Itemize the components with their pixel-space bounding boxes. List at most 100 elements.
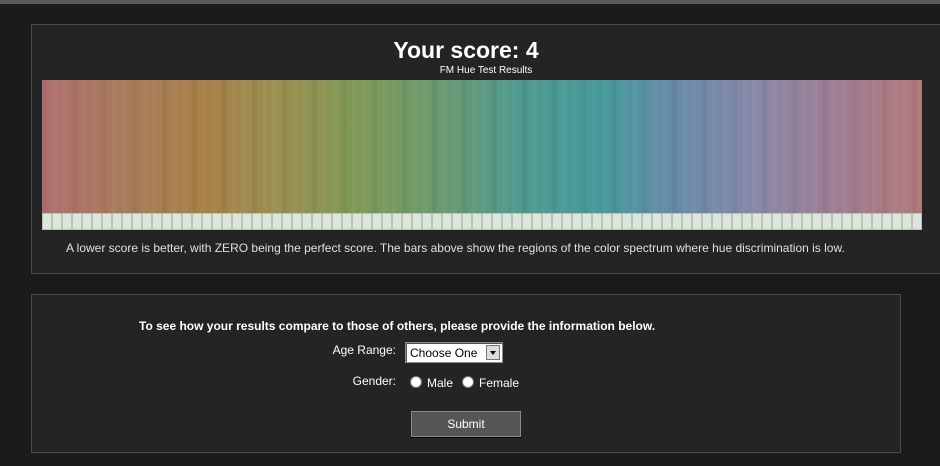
spectrum-band [722,80,727,213]
female-radio[interactable] [462,376,474,388]
spectrum-band [762,80,767,213]
spectrum-tick [713,214,721,229]
spectrum-tick [533,214,541,229]
spectrum-tick [603,214,611,229]
spectrum-tick [823,214,831,229]
submit-button[interactable]: Submit [411,411,521,437]
spectrum-bands [42,80,917,213]
spectrum-tick [313,214,321,229]
spectrum-tick [573,214,581,229]
spectrum-band [842,80,847,213]
compare-prompt: To see how your results compare to those… [139,319,656,333]
spectrum-tick [83,214,91,229]
spectrum-tick [663,214,671,229]
spectrum-tick [153,214,161,229]
spectrum-band [512,80,517,213]
spectrum-tick [653,214,661,229]
spectrum-tick [203,214,211,229]
spectrum-tick [43,214,51,229]
male-radio[interactable] [410,376,422,388]
spectrum-band [702,80,707,213]
spectrum-tick [673,214,681,229]
spectrum-band [592,80,597,213]
spectrum-band [582,80,587,213]
male-radio-label[interactable]: Male [427,376,453,390]
spectrum-band [662,80,667,213]
spectrum-band [632,80,637,213]
spectrum-tick [133,214,141,229]
spectrum-tick [183,214,191,229]
spectrum-band [872,80,877,213]
spectrum-tick [543,214,551,229]
spectrum-band [292,80,297,213]
spectrum-band [332,80,337,213]
spectrum-tick [103,214,111,229]
spectrum-tick [53,214,61,229]
spectrum-tick [253,214,261,229]
spectrum-tick [853,214,861,229]
spectrum-tick [413,214,421,229]
spectrum-band [222,80,227,213]
score-subtitle: FM Hue Test Results [439,65,533,76]
gender-label: Gender: [352,374,396,388]
spectrum-band [282,80,287,213]
score-title: Your score: 4 [393,37,539,63]
spectrum-tick [213,214,221,229]
spectrum-tick [363,214,371,229]
spectrum-band [122,80,127,213]
spectrum-tick [273,214,281,229]
spectrum-tick [433,214,441,229]
spectrum-tick [383,214,391,229]
spectrum-band [202,80,207,213]
spectrum-band [402,80,407,213]
spectrum-band [532,80,537,213]
spectrum-tick [693,214,701,229]
spectrum-band [572,80,577,213]
spectrum-tick [303,214,311,229]
spectrum-tick [233,214,241,229]
spectrum-band [672,80,677,213]
spectrum-tick [863,214,871,229]
spectrum-tick [473,214,481,229]
spectrum-tick [633,214,641,229]
spectrum-band [112,80,117,213]
spectrum-band [802,80,807,213]
spectrum-tick [93,214,101,229]
spectrum-tick [373,214,381,229]
spectrum-tick [503,214,511,229]
spectrum-band [902,80,907,213]
spectrum-band [862,80,867,213]
spectrum-band [852,80,857,213]
spectrum-band [492,80,497,213]
score-note: A lower score is better, with ZERO being… [66,241,845,255]
spectrum-band [342,80,347,213]
spectrum-band [272,80,277,213]
spectrum-band [432,80,437,213]
top-strip [0,0,940,4]
spectrum-band [372,80,377,213]
spectrum-band [652,80,657,213]
spectrum-tick [223,214,231,229]
spectrum-tick [683,214,691,229]
spectrum-band [172,80,177,213]
spectrum-band [782,80,787,213]
spectrum-band [692,80,697,213]
spectrum-band [132,80,137,213]
age-range-select[interactable]: Choose One [405,342,503,363]
chevron-down-icon[interactable] [486,345,500,360]
spectrum-tick [123,214,131,229]
female-radio-label[interactable]: Female [479,376,519,390]
spectrum-band [72,80,77,213]
spectrum-tick [843,214,851,229]
spectrum-tick [563,214,571,229]
spectrum-band [162,80,167,213]
spectrum-band [612,80,617,213]
spectrum-tick [903,214,911,229]
spectrum-tick [423,214,431,229]
spectrum-tick [783,214,791,229]
spectrum-band [322,80,327,213]
spectrum-band [892,80,897,213]
spectrum-band [462,80,467,213]
spectrum-band [412,80,417,213]
spectrum-tick [613,214,621,229]
